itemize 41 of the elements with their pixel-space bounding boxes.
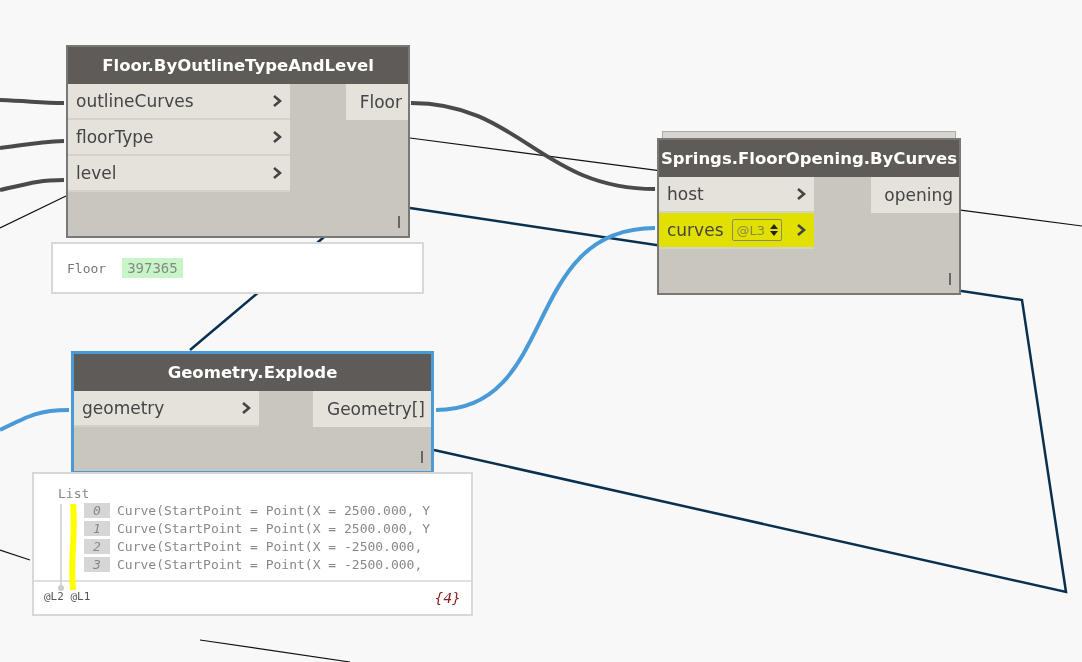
list-index: 3 [84,557,110,572]
chevron-icon [272,94,282,108]
output-port[interactable]: Geometry[] [313,391,431,427]
preview-type: Floor [67,260,107,276]
list-index: 1 [84,521,110,536]
output-port[interactable]: opening [871,177,959,213]
list-item: Curve(StartPoint = Point(X = 2500.000, Y [117,521,431,536]
list-index: 0 [84,503,110,518]
list-item: Curve(StartPoint = Point(X = 2500.000, Y [117,503,431,518]
chevron-icon [272,166,282,180]
chevron-icon [272,130,282,144]
output-port[interactable]: Floor [346,84,408,120]
connector-wire [0,178,65,192]
outline-line [0,195,67,229]
input-port[interactable]: geometry [74,391,259,427]
list-label: List [58,486,91,501]
connector-wire [0,98,64,105]
item-count: {4} [434,590,461,606]
input-port[interactable]: floorType [68,120,290,156]
graph-node[interactable]: Geometry.Explode geometry Geometry[] [71,351,434,474]
outline-line [0,549,31,561]
input-port[interactable]: curves @L3 [659,213,814,249]
list-levels: @L2 @L1 [44,590,91,605]
chevron-icon [241,401,251,415]
connector-wire [0,408,70,432]
preview-value: 397365 [122,258,183,278]
graph-node[interactable]: Springs.FloorOpening.ByCurves host curves @L3 opening [657,138,961,295]
node-title: Springs.FloorOpening.ByCurves [659,140,959,177]
list-item: Curve(StartPoint = Point(X = -2500.000, [117,557,423,572]
chevron-icon [796,223,806,237]
input-port[interactable]: level [68,156,290,192]
connector-wire [0,139,65,150]
input-port[interactable]: outlineCurves [68,84,290,120]
list-index: 2 [84,539,110,554]
chevron-icon [796,187,806,201]
node-title: Floor.ByOutlineTypeAndLevel [68,47,408,84]
input-port[interactable]: host [659,177,814,213]
list-item: Curve(StartPoint = Point(X = -2500.000, [117,539,423,554]
spinner-icon [769,222,779,238]
node-title: Geometry.Explode [74,354,431,391]
graph-node[interactable]: Floor.ByOutlineTypeAndLevel outlineCurves floorType level Floor [66,45,410,238]
